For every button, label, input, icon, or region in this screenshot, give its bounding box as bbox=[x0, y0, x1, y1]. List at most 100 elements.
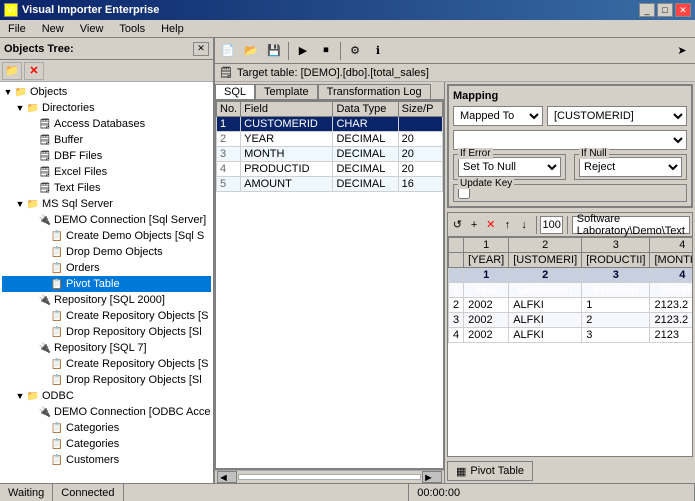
map-cell-3: Month 1 bbox=[650, 283, 692, 298]
target-table-icon: 🗒 bbox=[219, 66, 233, 79]
tree-expand-directories[interactable]: ▼ bbox=[14, 102, 26, 114]
tree-item-drop1[interactable]: 📋Drop Demo Objects bbox=[2, 244, 211, 260]
mapping-panel: Mapping Mapped To Mapped Expression Cons… bbox=[447, 84, 693, 208]
toolbar-stop[interactable]: ⏹ bbox=[315, 41, 337, 61]
status-connected: Connected bbox=[53, 484, 123, 501]
scroll-left-btn[interactable]: ◄ bbox=[217, 471, 237, 483]
toolbar-new[interactable]: 📄 bbox=[217, 41, 239, 61]
tree-item-demo1[interactable]: 🔌DEMO Connection [Sql Server] bbox=[2, 212, 211, 228]
tree-item-orders[interactable]: 📋Orders bbox=[2, 260, 211, 276]
if-null-select[interactable]: Reject Set To Null Skip bbox=[579, 157, 682, 177]
fields-table[interactable]: No. Field Data Type Size/P 1 CUSTOMERID … bbox=[215, 100, 444, 469]
tree-expand-objects[interactable]: ▼ bbox=[2, 86, 14, 98]
mapping-title: Mapping bbox=[453, 90, 687, 102]
tree-item-excel[interactable]: 🗒Excel Files bbox=[2, 164, 211, 180]
fields-row-4[interactable]: 5 AMOUNT DECIMAL 16 bbox=[217, 177, 443, 192]
tree-item-drop2[interactable]: 📋Drop Repository Objects [Sl bbox=[2, 324, 211, 340]
status-extra bbox=[124, 484, 410, 501]
tree-btn-2[interactable]: ✕ bbox=[24, 62, 44, 80]
tree-item-create3[interactable]: 📋Create Repository Objects [S bbox=[2, 356, 211, 372]
data-grid[interactable]: 12345678[YEAR][USTOMERI][RODUCTII][MONTH… bbox=[448, 237, 692, 456]
menu-view[interactable]: View bbox=[76, 22, 108, 36]
tab-sql[interactable]: SQL bbox=[215, 84, 255, 99]
fields-row-3[interactable]: 4 PRODUCTID DECIMAL 20 bbox=[217, 162, 443, 177]
tree-item-directories[interactable]: ▼📁Directories bbox=[2, 100, 211, 116]
tree-label-cat2: Categories bbox=[66, 438, 119, 450]
tree-item-cat1[interactable]: 📋Categories bbox=[2, 420, 211, 436]
tree-item-cust[interactable]: 📋Customers bbox=[2, 452, 211, 468]
tree-item-create1[interactable]: 📋Create Demo Objects [Sql S bbox=[2, 228, 211, 244]
tree-expand-odbc[interactable]: ▼ bbox=[14, 390, 26, 402]
fields-scrollbar[interactable]: ◄ ► bbox=[215, 469, 444, 483]
tree-label-dbf: DBF Files bbox=[54, 150, 102, 162]
tree-item-create2[interactable]: 📋Create Repository Objects [S bbox=[2, 308, 211, 324]
grid-map-row[interactable]: 1YearCustomerIProductIMonth 1Qty 1Month … bbox=[449, 283, 693, 298]
tree-item-dbf[interactable]: 🗒DBF Files bbox=[2, 148, 211, 164]
tree-item-buffer[interactable]: 🗒Buffer bbox=[2, 132, 211, 148]
close-button[interactable]: ✕ bbox=[675, 3, 691, 17]
tree-content[interactable]: ▼📁Objects▼📁Directories🗒Access Databases🗒… bbox=[0, 82, 213, 483]
bt-up[interactable]: ↑ bbox=[500, 215, 515, 235]
toolbar-info[interactable]: ℹ bbox=[367, 41, 389, 61]
tree-icon-cat1: 📋 bbox=[50, 421, 64, 435]
tree-item-repo2000[interactable]: 🔌Repository [SQL 2000] bbox=[2, 292, 211, 308]
tab-template[interactable]: Template bbox=[255, 84, 318, 99]
update-key-label: Update Key bbox=[458, 178, 514, 189]
tree-item-text[interactable]: 🗒Text Files bbox=[2, 180, 211, 196]
menu-new[interactable]: New bbox=[38, 22, 68, 36]
tree-item-objects[interactable]: ▼📁Objects bbox=[2, 84, 211, 100]
toolbar-settings[interactable]: ⚙ bbox=[344, 41, 366, 61]
data-cell-0-3: 2123.2 bbox=[650, 298, 692, 313]
toolbar-save[interactable]: 💾 bbox=[263, 41, 285, 61]
tree-icon-dbf: 🗒 bbox=[38, 149, 52, 163]
tree-item-drop3[interactable]: 📋Drop Repository Objects [Sl bbox=[2, 372, 211, 388]
grid-data-row-2[interactable]: 42002ALFKI321232314.980.213390.12 bbox=[449, 328, 693, 343]
tree-label-odbc: ODBC bbox=[42, 390, 74, 402]
data-cell-1-2: 2 bbox=[582, 313, 650, 328]
bt-down[interactable]: ↓ bbox=[517, 215, 532, 235]
menu-tools[interactable]: Tools bbox=[115, 22, 149, 36]
mapped-to-select[interactable]: Mapped To Mapped Expression Const bbox=[453, 106, 543, 126]
panel-close-button[interactable]: ✕ bbox=[193, 42, 209, 56]
tree-item-demoODBC[interactable]: 🔌DEMO Connection [ODBC Acce bbox=[2, 404, 211, 420]
tree-item-cat2[interactable]: 📋Categories bbox=[2, 436, 211, 452]
tree-item-odbc[interactable]: ▼📁ODBC bbox=[2, 388, 211, 404]
tree-item-mssql[interactable]: ▼📁MS Sql Server bbox=[2, 196, 211, 212]
grid-data-row-0[interactable]: 22002ALFKI12123.22314.9800.213390.12 bbox=[449, 298, 693, 313]
count-box[interactable]: 100 bbox=[540, 216, 563, 234]
mapping-secondary-select[interactable] bbox=[453, 130, 687, 150]
fields-row-2[interactable]: 3 MONTH DECIMAL 20 bbox=[217, 147, 443, 162]
bt-add[interactable]: + bbox=[467, 215, 482, 235]
tree-icon-mssql: 📁 bbox=[26, 197, 40, 211]
tab-template-label: Template bbox=[264, 86, 309, 98]
tree-btn-1[interactable]: 📁 bbox=[2, 62, 22, 80]
pivot-table-button[interactable]: ▦ Pivot Table bbox=[447, 461, 533, 481]
menu-help[interactable]: Help bbox=[157, 22, 188, 36]
toolbar-sep-1 bbox=[288, 42, 289, 60]
bt-refresh[interactable]: ↺ bbox=[450, 215, 465, 235]
toolbar-arrow-right[interactable]: ➤ bbox=[671, 41, 693, 61]
scroll-right-btn[interactable]: ► bbox=[422, 471, 442, 483]
toolbar-open[interactable]: 📂 bbox=[240, 41, 262, 61]
if-error-select[interactable]: Set To Null Reject Skip bbox=[458, 157, 561, 177]
field-no-1: 2 bbox=[217, 132, 241, 147]
bt-delete[interactable]: ✕ bbox=[483, 215, 498, 235]
grid-nums-row[interactable]: 12345678 bbox=[449, 268, 693, 283]
fields-row-1[interactable]: 2 YEAR DECIMAL 20 bbox=[217, 132, 443, 147]
status-bar: Waiting Connected 00:00:00 bbox=[0, 483, 695, 501]
tree-item-access[interactable]: 🗒Access Databases bbox=[2, 116, 211, 132]
grid-data-row-1[interactable]: 32002ALFKI22123.22314.9800.213390.12 bbox=[449, 313, 693, 328]
maximize-button[interactable]: □ bbox=[657, 3, 673, 17]
minimize-button[interactable]: _ bbox=[639, 3, 655, 17]
fields-row-0[interactable]: 1 CUSTOMERID CHAR bbox=[217, 117, 443, 132]
tree-label-create1: Create Demo Objects [Sql S bbox=[66, 230, 204, 242]
toolbar-run[interactable]: ▶ bbox=[292, 41, 314, 61]
if-error-group: If Error Set To Null Reject Skip bbox=[453, 154, 566, 180]
mapped-value-select[interactable]: [CUSTOMERID] bbox=[547, 106, 687, 126]
tree-expand-mssql[interactable]: ▼ bbox=[14, 198, 26, 210]
tree-item-repo7[interactable]: 🔌Repository [SQL 7] bbox=[2, 340, 211, 356]
tree-item-pivot[interactable]: 📋Pivot Table bbox=[2, 276, 211, 292]
window-controls[interactable]: _ □ ✕ bbox=[639, 3, 691, 17]
menu-file[interactable]: File bbox=[4, 22, 30, 36]
tab-transformation[interactable]: Transformation Log bbox=[318, 84, 431, 99]
